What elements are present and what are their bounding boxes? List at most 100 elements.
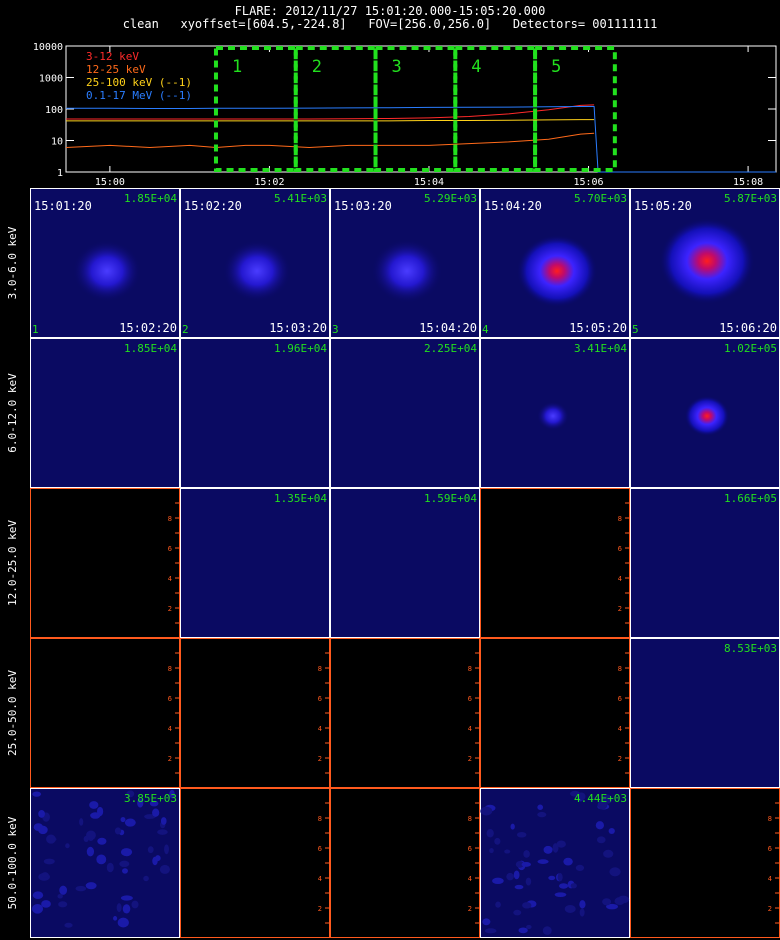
source-blob	[684, 395, 730, 437]
energy-band-label: 50.0-100.0 keV	[6, 816, 19, 909]
panel-frame	[30, 488, 180, 638]
time-start-label: 15:03:20	[334, 199, 392, 213]
panel-frame	[30, 638, 180, 788]
interval-label: 4	[471, 57, 481, 77]
image-panel	[330, 638, 480, 788]
time-start-label: 15:04:20	[484, 199, 542, 213]
noise-blob	[489, 847, 494, 854]
noise-blob	[543, 845, 553, 854]
noise-blob	[96, 854, 107, 865]
panel-frame	[330, 338, 480, 488]
panel-tick-label: 4	[768, 875, 772, 883]
noise-blob	[85, 882, 97, 890]
noise-blob	[126, 790, 135, 798]
noise-blob	[564, 904, 576, 913]
noise-blob	[131, 900, 139, 909]
panel-tick-label: 2	[318, 905, 322, 913]
panel-tick-label: 4	[618, 725, 622, 733]
peak-value-label: 1.85E+04	[124, 342, 177, 355]
source-blob	[516, 234, 598, 308]
noise-blob	[147, 846, 154, 854]
panel-tick-label: 6	[318, 695, 322, 703]
noise-blob	[90, 812, 101, 819]
noise-blob	[482, 918, 491, 926]
panel-tick-label: 4	[468, 875, 472, 883]
panel-frame	[480, 338, 630, 488]
noise-blob	[97, 837, 107, 845]
noise-blob	[119, 860, 130, 868]
peak-value-label: 1.96E+04	[274, 342, 327, 355]
panel-tick-label: 2	[468, 755, 472, 763]
noise-blob	[554, 892, 567, 898]
panel-tick-label: 2	[168, 755, 172, 763]
noise-blob	[552, 843, 559, 853]
panel-tick-label: 8	[318, 815, 322, 823]
noise-blob	[152, 808, 160, 817]
noise-blob	[96, 806, 104, 817]
noise-blob	[65, 843, 70, 849]
source-blob	[222, 239, 292, 303]
y-tick-label: 1000	[39, 74, 63, 85]
x-tick-label: 15:04	[414, 177, 444, 186]
noise-blob	[149, 800, 159, 807]
panel-frame	[330, 638, 480, 788]
time-end-label: 15:05:20	[569, 321, 627, 335]
peak-value-label: 1.02E+05	[724, 342, 777, 355]
noise-blob	[159, 864, 171, 874]
plot-title: FLARE: 2012/11/27 15:01:20.000-15:05:20.…	[234, 4, 546, 18]
energy-band-label: 3.0-6.0 keV	[6, 226, 19, 299]
noise-blob	[38, 809, 45, 818]
image-panel	[330, 188, 480, 338]
noise-blob	[597, 803, 610, 810]
interval-number-label: 1	[32, 323, 39, 336]
noise-blob	[117, 917, 129, 928]
noise-blob	[494, 837, 501, 845]
noise-blob	[608, 828, 615, 835]
noise-blob	[575, 864, 585, 871]
panel-frame	[30, 188, 180, 338]
panel-frame	[330, 488, 480, 638]
noise-blob	[116, 903, 122, 913]
noise-blob	[513, 870, 520, 880]
noise-blob	[75, 885, 87, 892]
time-end-label: 15:06:20	[719, 321, 777, 335]
peak-value-label: 1.66E+05	[724, 492, 777, 505]
noise-blob	[120, 816, 126, 823]
panel-frame	[330, 188, 480, 338]
noise-blob	[557, 873, 563, 882]
panel-frame	[180, 188, 330, 338]
image-panel	[30, 488, 180, 638]
image-panel	[330, 488, 480, 638]
noise-blob	[159, 821, 166, 829]
noise-blob	[510, 823, 515, 830]
noise-blob	[492, 877, 504, 885]
peak-value-label: 4.44E+03	[574, 792, 627, 805]
noise-blob	[43, 858, 55, 865]
noise-blob	[542, 926, 552, 935]
noise-blob	[514, 884, 524, 890]
image-panel	[180, 788, 330, 938]
image-panel	[480, 638, 630, 788]
panel-tick-label: 6	[468, 845, 472, 853]
noise-blob	[596, 836, 606, 844]
noise-blob	[603, 849, 614, 858]
panel-frame	[330, 788, 480, 938]
noise-blob	[537, 811, 547, 818]
peak-value-label: 3.41E+04	[574, 342, 627, 355]
peak-value-label: 5.41E+03	[274, 192, 327, 205]
time-start-label: 15:05:20	[634, 199, 692, 213]
interval-number-label: 2	[182, 323, 189, 336]
panel-frame	[630, 788, 780, 938]
noise-blob	[506, 872, 514, 881]
time-start-label: 15:02:20	[184, 199, 242, 213]
noise-blob	[87, 834, 94, 841]
noise-blob	[164, 844, 169, 855]
noise-blob	[515, 860, 524, 868]
image-panel	[30, 638, 180, 788]
time-start-label: 15:01:20	[34, 199, 92, 213]
noise-blob	[526, 924, 532, 930]
image-panel	[630, 488, 780, 638]
panel-tick-label: 6	[168, 545, 172, 553]
panel-tick-label: 8	[468, 665, 472, 673]
panel-tick-label: 6	[618, 545, 622, 553]
